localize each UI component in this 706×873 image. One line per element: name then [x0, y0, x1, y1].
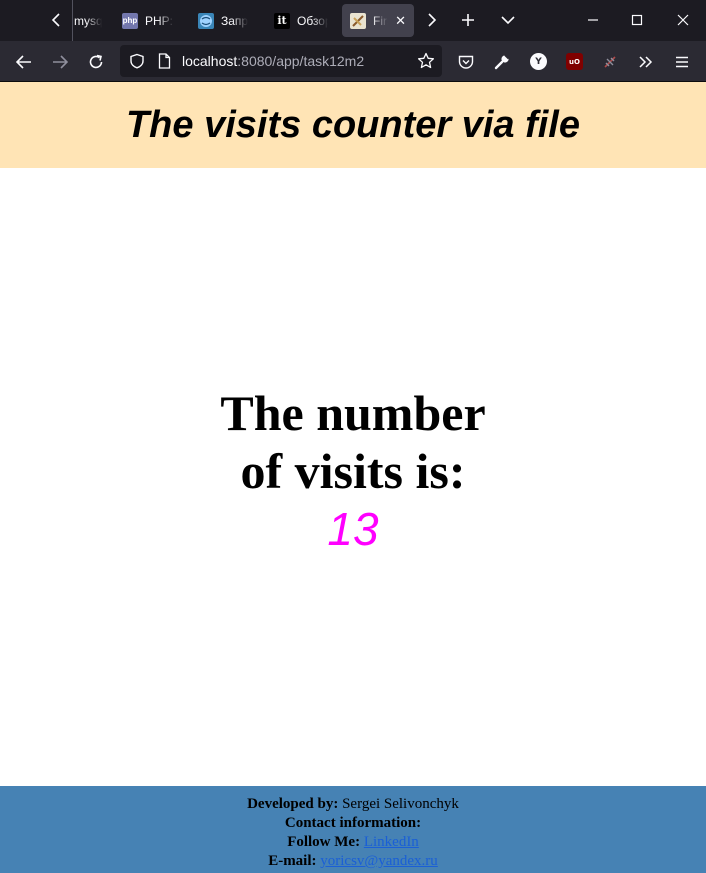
follow-me-label: Follow Me: — [287, 834, 361, 850]
plug-off-icon — [604, 56, 616, 68]
close-tab-icon[interactable]: ✕ — [395, 13, 406, 29]
double-chevron-right-icon — [639, 56, 653, 68]
globe-favicon-icon — [198, 12, 214, 29]
follow-line: Follow Me: LinkedIn — [0, 833, 706, 852]
email-link[interactable]: yoricsv@yandex.ru — [320, 853, 438, 869]
chevron-right-icon — [428, 13, 437, 27]
page-icon[interactable] — [158, 53, 171, 73]
email-line: E-mail: yoricsv@yandex.ru — [0, 852, 706, 871]
visits-count: 13 — [327, 503, 379, 555]
tab-zapros[interactable]: Запро — [190, 4, 256, 37]
visits-heading-line-2: of visits is: — [240, 443, 466, 499]
chevron-down-icon — [501, 16, 515, 25]
page-header: The visits counter via file — [0, 82, 706, 168]
linkedin-link[interactable]: LinkedIn — [364, 834, 419, 850]
it-favicon-icon: it — [274, 12, 290, 29]
developed-by-label: Developed by: — [247, 796, 339, 812]
forward-button[interactable] — [46, 48, 74, 76]
tab-bar: mysql php PHP: c Запро it Обзор First ✕ — [0, 0, 706, 41]
close-icon — [677, 14, 689, 26]
ublock-extension-icon[interactable]: uO — [566, 53, 583, 70]
list-all-tabs-button[interactable] — [494, 6, 522, 34]
url-host: localhost — [182, 53, 238, 69]
minimize-window-button[interactable] — [578, 6, 608, 34]
main-content: The number of visits is: 13 — [0, 168, 706, 786]
tab-label: First — [373, 13, 389, 28]
more-tools-button[interactable] — [632, 48, 660, 76]
developer-line: Developed by: Sergei Selivonchyk — [0, 795, 706, 814]
shield-icon[interactable] — [129, 53, 145, 73]
url-path: :8080/app/task12m2 — [237, 53, 365, 69]
chevron-left-icon — [51, 13, 60, 27]
new-tab-button[interactable] — [454, 6, 482, 34]
tab-label: Запро — [221, 13, 248, 28]
developer-name: Sergei Selivonchyk — [342, 796, 459, 812]
maximize-icon — [631, 14, 643, 26]
tab-php[interactable]: php PHP: c — [114, 4, 182, 37]
pocket-icon — [458, 55, 474, 69]
bookmark-star-icon[interactable] — [417, 52, 435, 74]
maximize-window-button[interactable] — [622, 6, 652, 34]
page-title: The visits counter via file — [125, 103, 581, 146]
contact-line: Contact information: — [0, 814, 706, 833]
visits-heading-line-1: The number — [220, 385, 486, 441]
page-favicon-icon — [350, 12, 366, 29]
close-window-button[interactable] — [668, 6, 698, 34]
tab-first-active[interactable]: First ✕ — [342, 4, 414, 37]
reload-icon — [89, 54, 103, 69]
plus-icon — [462, 14, 474, 26]
email-label: E-mail: — [268, 853, 317, 869]
tab-label: PHP: c — [145, 13, 174, 28]
scroll-tabs-left-button[interactable] — [44, 6, 68, 34]
wrench-icon — [494, 54, 510, 70]
hamburger-menu-icon — [676, 56, 688, 68]
tab-label: mysql — [74, 13, 102, 28]
reload-button[interactable] — [82, 48, 110, 76]
pocket-button[interactable] — [452, 48, 480, 76]
scroll-tabs-right-button[interactable] — [420, 6, 444, 34]
url-bar[interactable]: localhost:8080/app/task12m2 — [120, 45, 442, 77]
developer-tools-button[interactable] — [488, 48, 516, 76]
page-footer: Developed by: Sergei Selivonchyk Contact… — [0, 786, 706, 873]
contact-information-label: Contact information: — [284, 815, 422, 831]
minimize-icon — [588, 19, 598, 21]
application-menu-button[interactable] — [668, 48, 696, 76]
tab-label: Обзор — [297, 13, 328, 28]
disabled-extension-button[interactable] — [596, 48, 624, 76]
url-text[interactable]: localhost:8080/app/task12m2 — [182, 45, 364, 77]
yandex-extension-icon[interactable]: Y — [530, 53, 547, 70]
arrow-left-icon — [16, 55, 31, 69]
tab-obzor[interactable]: it Обзор — [266, 4, 336, 37]
php-favicon-icon: php — [122, 12, 138, 29]
arrow-right-icon — [53, 55, 68, 69]
back-button[interactable] — [10, 48, 38, 76]
visits-heading: The number of visits is: — [0, 384, 706, 500]
tab-mysql[interactable]: mysql — [72, 4, 110, 37]
